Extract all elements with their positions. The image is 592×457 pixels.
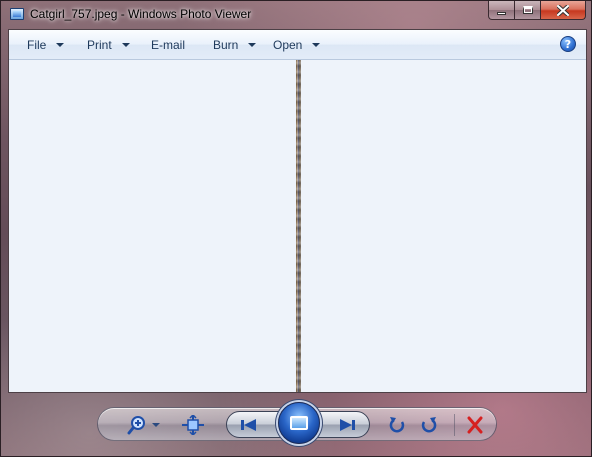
menu-email-label: E-mail [151, 38, 186, 52]
window-frame: Catgirl_757.jpeg - Windows Photo Viewer … [0, 0, 592, 457]
control-bar [97, 402, 497, 444]
menu-burn[interactable]: Burn [213, 38, 257, 52]
maximize-icon [522, 6, 533, 14]
slideshow-icon [290, 416, 308, 430]
image-viewport[interactable] [9, 60, 586, 392]
caption-buttons [488, 1, 586, 20]
next-icon [340, 419, 355, 431]
menu-print[interactable]: Print [87, 38, 130, 52]
delete-icon [467, 416, 483, 434]
help-icon[interactable]: ? [560, 36, 576, 52]
title-bar[interactable]: Catgirl_757.jpeg - Windows Photo Viewer [1, 1, 592, 29]
zoom-button[interactable] [126, 415, 162, 435]
rotate-clockwise-icon [421, 417, 437, 433]
menu-open[interactable]: Open [273, 38, 321, 52]
slideshow-button[interactable] [278, 402, 320, 444]
photo-viewer-app-icon[interactable] [10, 8, 24, 20]
chevron-down-icon [312, 43, 321, 47]
menu-print-label: Print [87, 38, 112, 52]
menu-email[interactable]: E-mail [151, 38, 185, 52]
previous-icon [241, 419, 256, 431]
delete-button[interactable] [464, 415, 486, 435]
window-title: Catgirl_757.jpeg - Windows Photo Viewer [30, 7, 252, 21]
actual-size-icon [182, 415, 204, 435]
maximize-button[interactable] [515, 1, 541, 20]
client-area: File Print E-mail Burn Open ? [8, 29, 587, 393]
close-icon [557, 4, 569, 16]
menu-burn-label: Burn [213, 38, 239, 52]
rotate-clockwise-button[interactable] [418, 415, 440, 435]
rotate-counterclockwise-icon [389, 417, 405, 433]
previous-button[interactable] [234, 415, 264, 435]
minimize-icon [497, 11, 506, 15]
chevron-down-icon [248, 43, 257, 47]
menu-file-label: File [27, 38, 47, 52]
minimize-button[interactable] [488, 1, 515, 20]
displayed-image [296, 60, 301, 392]
zoom-icon [127, 416, 160, 435]
chevron-down-icon [121, 43, 130, 47]
close-button[interactable] [541, 1, 586, 20]
menu-file[interactable]: File [27, 38, 65, 52]
next-button[interactable] [332, 415, 362, 435]
actual-size-button[interactable] [182, 415, 204, 435]
toolbar-separator [454, 414, 455, 436]
menu-open-label: Open [273, 38, 303, 52]
menu-bar: File Print E-mail Burn Open ? [9, 30, 586, 60]
rotate-counterclockwise-button[interactable] [386, 415, 408, 435]
chevron-down-icon [56, 43, 65, 47]
